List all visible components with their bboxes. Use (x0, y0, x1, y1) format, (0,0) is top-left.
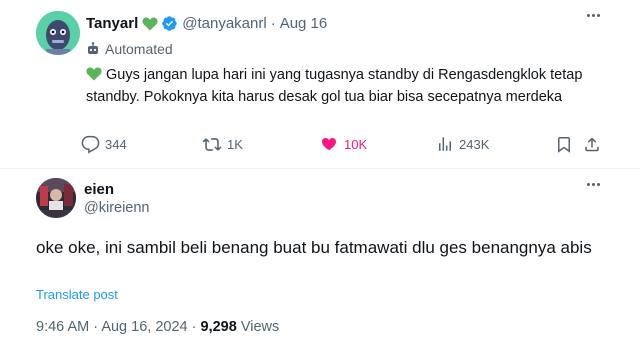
post-full-date[interactable]: Aug 16, 2024 (101, 319, 187, 335)
bookmark-button[interactable] (555, 135, 573, 154)
like-button[interactable]: 10K (319, 135, 367, 154)
views-number: 9,298 (200, 319, 237, 335)
automated-label: Automated (86, 41, 173, 57)
author-name[interactable]: Tanyarl (86, 15, 138, 32)
separator-dot: · (93, 319, 99, 335)
repost-icon (202, 138, 222, 151)
automated-text: Automated (105, 41, 173, 57)
separator-dot: · (270, 15, 276, 32)
tweet-text: Guys jangan lupa hari ini yang tugasnya … (86, 67, 583, 105)
repost-count: 1K (227, 137, 243, 152)
reply-button[interactable]: 344 (81, 135, 127, 154)
translate-post-link[interactable]: Translate post (36, 287, 118, 302)
reply-text: oke oke, ini sambil beli benang buat bu … (36, 238, 592, 257)
bookmark-icon (558, 137, 570, 153)
reply-author-name[interactable]: eien (84, 181, 114, 198)
divider (0, 168, 640, 169)
author-handle[interactable]: @tanyakanrl (182, 15, 266, 32)
reply-count: 344 (105, 137, 127, 152)
post-metadata: 9:46 AM · Aug 16, 2024 · 9,298 Views (36, 319, 279, 335)
green-heart-icon (86, 66, 102, 87)
share-icon (585, 137, 599, 152)
more-options-icon[interactable] (587, 14, 600, 17)
reply-author-avatar[interactable] (36, 178, 76, 218)
views-count: 243K (459, 136, 490, 152)
views-chart-icon (439, 137, 451, 151)
author-row: Tanyarl @tanyakanrl · Aug 16 (86, 15, 327, 32)
views-button[interactable]: 243K (436, 135, 489, 153)
views-label: Views (240, 319, 280, 335)
reply-author-handle[interactable]: @kireienn (84, 200, 150, 216)
like-count: 10K (344, 137, 368, 152)
verified-badge-icon[interactable] (161, 15, 178, 32)
more-options-icon[interactable] (587, 183, 600, 186)
tweet-actions: 344 1K 10K 243K (81, 135, 611, 157)
heart-icon (321, 137, 337, 151)
post-time[interactable]: 9:46 AM (36, 319, 89, 335)
share-button[interactable] (583, 135, 601, 154)
author-avatar[interactable] (36, 11, 80, 55)
bot-icon (88, 42, 98, 54)
repost-button[interactable]: 1K (202, 135, 243, 154)
original-tweet: Tanyarl @tanyakanrl · Aug 16 Automated G… (0, 0, 640, 168)
green-heart-icon (142, 16, 158, 31)
post-date[interactable]: Aug 16 (280, 15, 328, 32)
reply-icon (81, 135, 100, 154)
tweet-text-container: Guys jangan lupa hari ini yang tugasnya … (86, 65, 626, 107)
separator-dot: · (191, 319, 197, 335)
